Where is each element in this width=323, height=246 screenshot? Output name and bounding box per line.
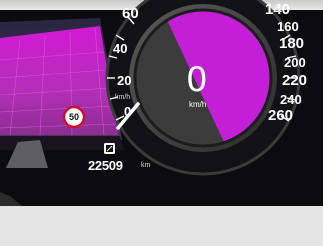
scale-unit-label: km/h [115, 94, 131, 101]
digital-speed-value: 0 [186, 60, 209, 100]
scale-label-180: 180 [279, 35, 305, 52]
scale-label-140: 140 [265, 1, 291, 18]
scale-label-160: 160 [277, 19, 299, 34]
digital-speed-unit: km/h [189, 100, 207, 109]
scale-label-240: 240 [280, 92, 302, 107]
scale-label-40: 40 [113, 41, 128, 56]
scale-label-200: 200 [284, 55, 306, 70]
car-dashboard-photo: 60 40 20 km/h 0 140 160 180 200 220 240 … [0, 0, 323, 246]
speed-limit-value: 50 [68, 112, 79, 122]
odometer-icon [104, 143, 115, 154]
scale-label-60: 60 [122, 5, 139, 22]
odometer-unit: km [141, 162, 151, 169]
odometer-value: 22509 [88, 158, 123, 173]
scale-label-20: 20 [117, 73, 132, 88]
scale-label-220: 220 [282, 72, 308, 89]
scale-label-0: 0 [124, 104, 132, 119]
navigation-road-view [0, 18, 124, 150]
scale-label-260: 260 [268, 107, 294, 124]
screen-corner [0, 192, 22, 206]
